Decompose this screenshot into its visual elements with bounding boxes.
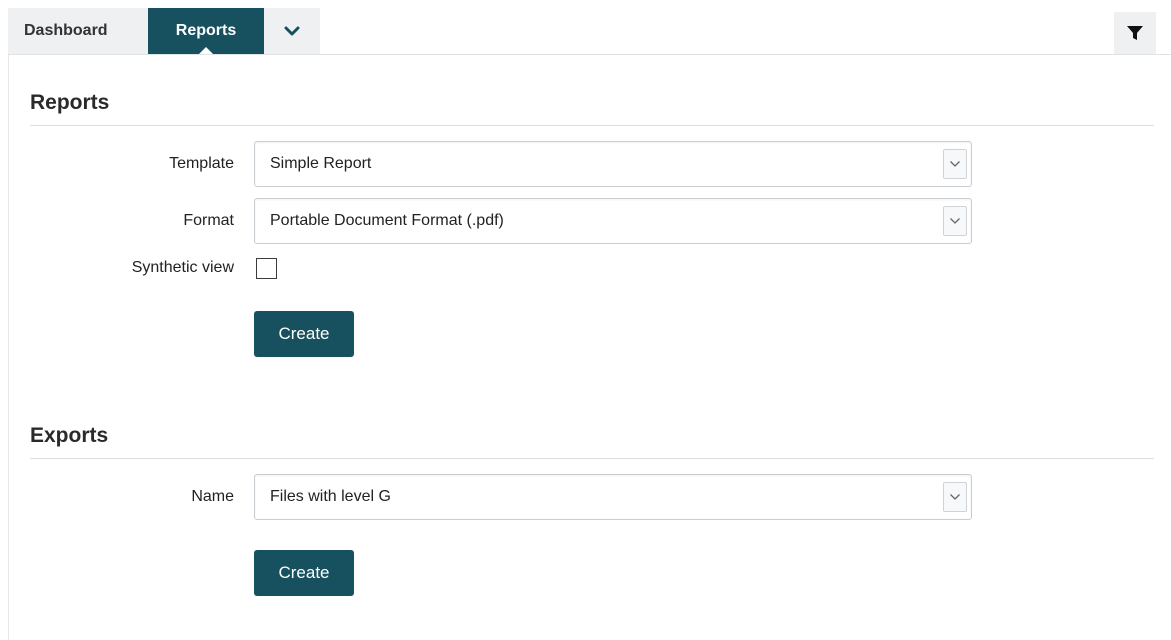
active-tab-caret bbox=[199, 47, 213, 54]
tab-bar: Dashboard Reports bbox=[0, 0, 1171, 55]
export-name-select-value: Files with level G bbox=[270, 488, 391, 505]
export-name-label: Name bbox=[191, 488, 234, 505]
create-export-button[interactable]: Create bbox=[254, 550, 354, 596]
template-select[interactable]: Simple Report bbox=[254, 141, 972, 187]
format-label: Format bbox=[183, 212, 234, 229]
exports-section-divider bbox=[30, 458, 1154, 459]
create-export-button-label: Create bbox=[278, 563, 330, 582]
create-report-button[interactable]: Create bbox=[254, 311, 354, 357]
chevron-down-icon bbox=[950, 494, 960, 500]
tab-bar-divider bbox=[8, 54, 1171, 55]
template-select-arrow[interactable] bbox=[943, 149, 967, 179]
synthetic-view-checkbox[interactable] bbox=[256, 258, 277, 279]
export-name-select[interactable]: Files with level G bbox=[254, 474, 972, 520]
chevron-down-icon bbox=[950, 218, 960, 224]
reports-section-divider bbox=[30, 125, 1154, 126]
format-select-value: Portable Document Format (.pdf) bbox=[270, 212, 504, 229]
chevron-down-icon bbox=[950, 161, 960, 167]
filter-button[interactable] bbox=[1114, 12, 1156, 54]
more-tabs-button[interactable] bbox=[264, 8, 320, 54]
tab-reports-label: Reports bbox=[175, 22, 237, 39]
chevron-down-icon bbox=[284, 26, 300, 36]
content-left-border bbox=[8, 55, 9, 640]
format-select-arrow[interactable] bbox=[943, 206, 967, 236]
synthetic-view-label: Synthetic view bbox=[131, 259, 234, 276]
template-select-value: Simple Report bbox=[270, 155, 372, 172]
exports-section-title: Exports bbox=[30, 424, 109, 447]
filter-icon bbox=[1127, 26, 1143, 40]
tab-dashboard-label: Dashboard bbox=[24, 22, 108, 39]
reports-section-title: Reports bbox=[30, 91, 110, 114]
tab-dashboard[interactable]: Dashboard bbox=[8, 8, 148, 54]
create-report-button-label: Create bbox=[278, 324, 330, 343]
tab-reports[interactable]: Reports bbox=[148, 8, 264, 54]
export-name-select-arrow[interactable] bbox=[943, 482, 967, 512]
template-label: Template bbox=[169, 155, 234, 172]
format-select[interactable]: Portable Document Format (.pdf) bbox=[254, 198, 972, 244]
